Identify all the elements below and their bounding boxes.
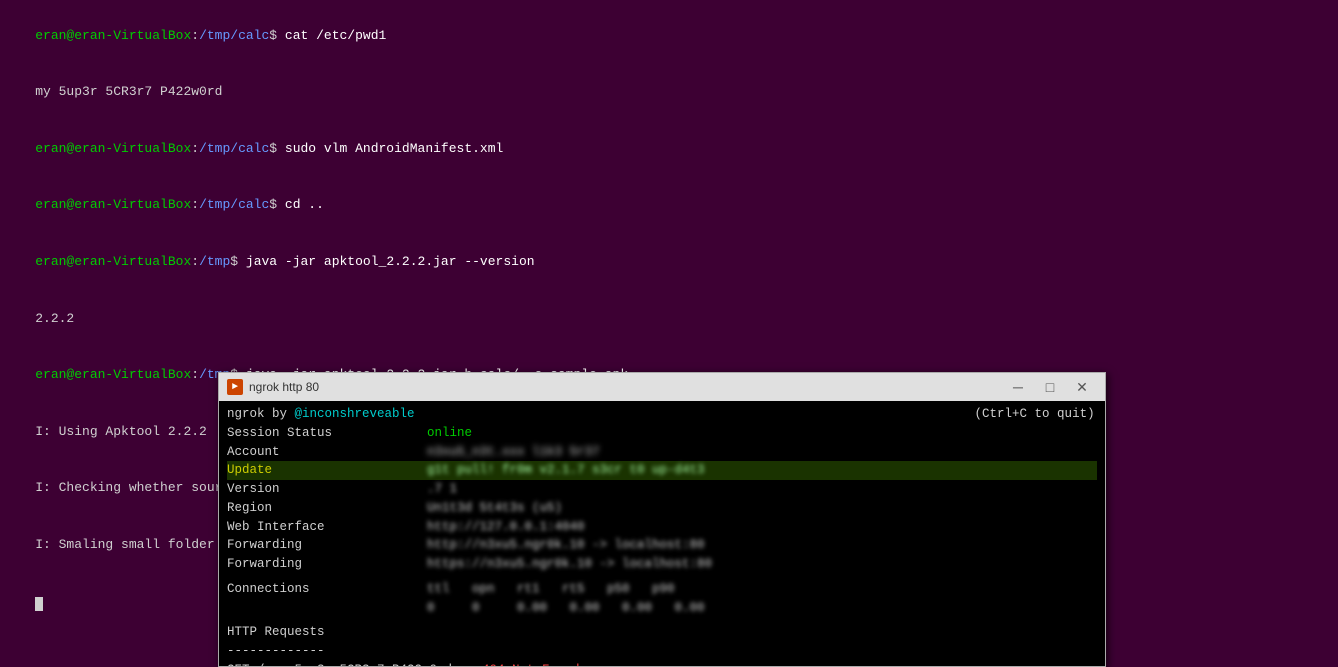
value-web-interface: http://127.0.0.1:4040 <box>427 518 1097 537</box>
row-account: Account n3xu5_n3t.xxx l1k3 5r37 <box>227 443 1097 462</box>
prompt-sep: : <box>191 197 199 212</box>
label-version: Version <box>227 480 427 499</box>
maximize-button[interactable]: □ <box>1035 377 1065 397</box>
prompt-sep: : <box>191 28 199 43</box>
prompt-sep: : <box>191 367 199 382</box>
prompt-dollar: $ <box>269 28 277 43</box>
http-requests-divider: ------------- <box>227 642 1097 661</box>
prompt-dollar: $ <box>230 254 238 269</box>
output-text: my 5up3r 5CR3r7 P422w0rd <box>35 84 222 99</box>
row-forwarding-2: Forwarding https://n3xu5.ngr0k.10 -> loc… <box>227 555 1097 574</box>
prompt: eran@eran-VirtualBox <box>35 254 191 269</box>
http-requests-section: HTTP Requests ------------- GET /my 5up3… <box>227 623 1097 666</box>
row-version: Version .7 1 <box>227 480 1097 499</box>
http-requests-label: HTTP Requests <box>227 623 1097 642</box>
terminal-line-1: eran@eran-VirtualBox:/tmp/calc$ cat /etc… <box>4 8 1334 65</box>
cursor <box>35 597 43 611</box>
prompt: eran@eran-VirtualBox <box>35 141 191 156</box>
value-session-status: online <box>427 424 1097 443</box>
row-connections-values: 0 0 0.00 0.00 0.00 0.00 <box>227 599 1097 618</box>
minimize-button[interactable]: ─ <box>1003 377 1033 397</box>
label-forwarding-2: Forwarding <box>227 555 427 574</box>
output-text: 2.2.2 <box>35 311 74 326</box>
value-version: .7 1 <box>427 480 1097 499</box>
prompt-dollar: $ <box>269 197 277 212</box>
value-update: g1t pull! fr0m v2.1.7 s3cr t0 up-d4t3 <box>427 461 1097 480</box>
prompt: eran@eran-VirtualBox <box>35 367 191 382</box>
row-region: Region Un1t3d 5t4t3s (u5) <box>227 499 1097 518</box>
label-forwarding-1: Forwarding <box>227 536 427 555</box>
connections-col1-spacer <box>227 599 427 618</box>
row-forwarding-1: Forwarding http://n3xu5.ngr0k.10 -> loca… <box>227 536 1097 555</box>
ngrok-icon-symbol: ► <box>232 382 238 393</box>
ngrok-window: ► ngrok http 80 ─ □ ✕ ngrok by @inconshr… <box>218 372 1106 667</box>
prompt: eran@eran-VirtualBox <box>35 197 191 212</box>
ngrok-app-icon: ► <box>227 379 243 395</box>
value-forwarding-1: http://n3xu5.ngr0k.10 -> localhost:80 <box>427 536 1097 555</box>
cmd-text: cd .. <box>277 197 324 212</box>
terminal-line-3: eran@eran-VirtualBox:/tmp/calc$ sudo vlm… <box>4 121 1334 178</box>
row-update: Update g1t pull! fr0m v2.1.7 s3cr t0 up-… <box>227 461 1097 480</box>
row-session-status: Session Status online <box>227 424 1097 443</box>
ngrok-by-label: ngrok by <box>227 407 295 421</box>
ngrok-titlebar: ► ngrok http 80 ─ □ ✕ <box>219 373 1105 401</box>
label-web-interface: Web Interface <box>227 518 427 537</box>
value-region: Un1t3d 5t4t3s (u5) <box>427 499 1097 518</box>
cmd-text: cat /etc/pwd1 <box>277 28 386 43</box>
terminal-line-5: eran@eran-VirtualBox:/tmp$ java -jar apk… <box>4 234 1334 291</box>
prompt-dir: /tmp/calc <box>199 28 269 43</box>
value-connections-data: 0 0 0.00 0.00 0.00 0.00 <box>427 599 1097 618</box>
prompt: eran@eran-VirtualBox <box>35 28 191 43</box>
terminal-line-4: eran@eran-VirtualBox:/tmp/calc$ cd .. <box>4 178 1334 235</box>
output-text: I: Using Apktool 2.2.2 <box>35 424 207 439</box>
prompt-dollar: $ <box>269 141 277 156</box>
prompt-dir: /tmp <box>199 254 230 269</box>
connections-section: Connections ttl opn rt1 rt5 p50 p90 0 0 … <box>227 580 1097 618</box>
label-update: Update <box>227 461 427 480</box>
ngrok-ctrl-hint: (Ctrl+C to quit) <box>975 407 1095 421</box>
ngrok-window-title: ngrok http 80 <box>249 380 319 394</box>
prompt-sep: : <box>191 254 199 269</box>
close-button[interactable]: ✕ <box>1067 377 1097 397</box>
terminal-line-2: my 5up3r 5CR3r7 P422w0rd <box>4 65 1334 122</box>
value-account: n3xu5_n3t.xxx l1k3 5r37 <box>427 443 1097 462</box>
terminal-line-6: 2.2.2 <box>4 291 1334 348</box>
row-web-interface: Web Interface http://127.0.0.1:4040 <box>227 518 1097 537</box>
ngrok-author: @inconshreveable <box>295 407 415 421</box>
label-account: Account <box>227 443 427 462</box>
ngrok-content: ngrok by @inconshreveable (Ctrl+C to quit… <box>219 401 1105 666</box>
label-session-status: Session Status <box>227 424 427 443</box>
prompt-dir: /tmp/calc <box>199 141 269 156</box>
value-forwarding-2: https://n3xu5.ngr0k.10 -> localhost:80 <box>427 555 1097 574</box>
row-connections-label: Connections ttl opn rt1 rt5 p50 p90 <box>227 580 1097 599</box>
ngrok-title-left: ► ngrok http 80 <box>227 379 319 395</box>
cmd-text: java -jar apktool_2.2.2.jar --version <box>238 254 534 269</box>
ngrok-window-controls: ─ □ ✕ <box>1003 377 1097 397</box>
prompt-sep: : <box>191 141 199 156</box>
http-request-entry: GET /my 5up3r 5CR3r7 P422w0rd 404 Not Fo… <box>227 661 1097 666</box>
label-region: Region <box>227 499 427 518</box>
prompt-dir: /tmp/calc <box>199 197 269 212</box>
ngrok-header: ngrok by @inconshreveable (Ctrl+C to quit… <box>227 405 1097 424</box>
value-connections-header: ttl opn rt1 rt5 p50 p90 <box>427 580 1097 599</box>
label-connections: Connections <box>227 580 427 599</box>
cmd-text: sudo vlm AndroidManifest.xml <box>277 141 503 156</box>
